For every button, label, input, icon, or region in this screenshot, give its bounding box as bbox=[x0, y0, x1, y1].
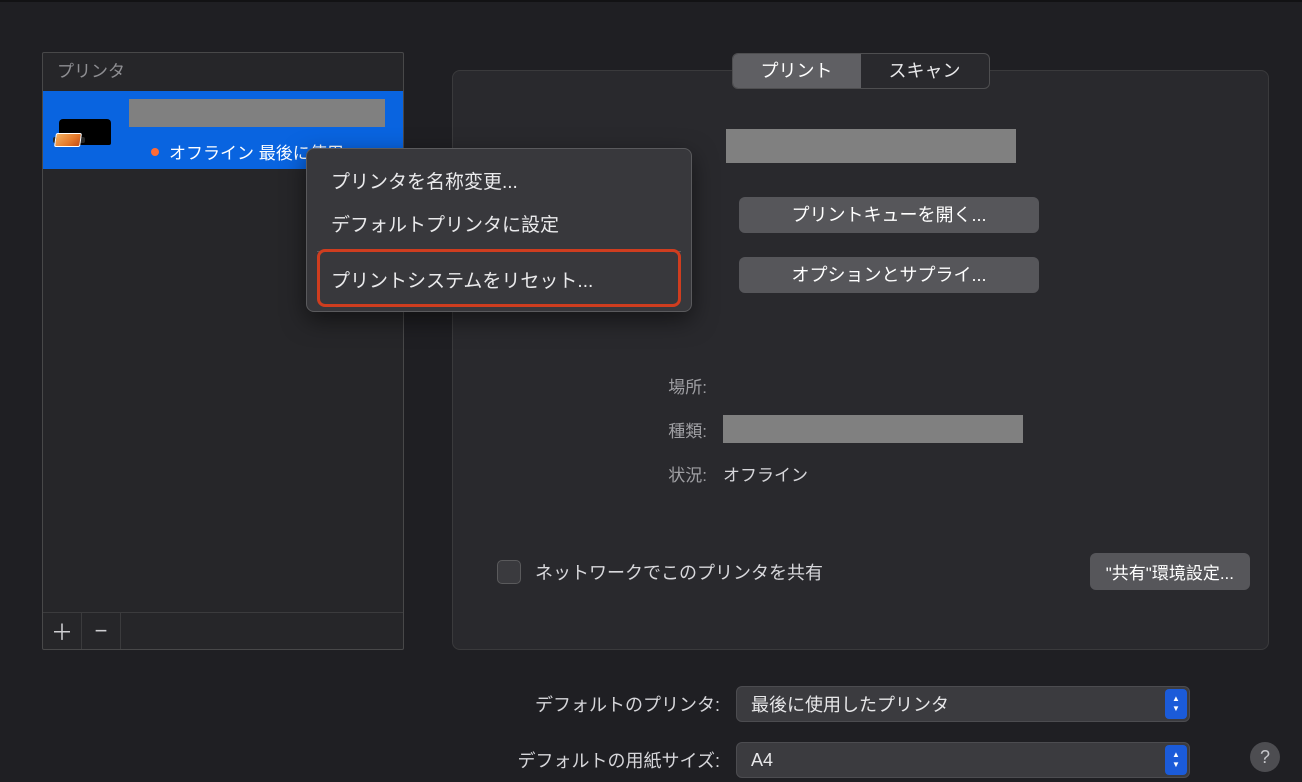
share-printer-row: ネットワークでこのプリンタを共有 "共有"環境設定... bbox=[497, 553, 1250, 590]
printer-name-redacted bbox=[129, 99, 385, 127]
status-value: オフライン bbox=[723, 461, 808, 486]
menu-reset-print-system[interactable]: プリントシステムをリセット... bbox=[307, 258, 691, 301]
printer-title-redacted bbox=[726, 129, 1016, 163]
tab-scan[interactable]: スキャン bbox=[861, 54, 989, 88]
default-printer-select[interactable]: 最後に使用したプリンタ ▲▼ bbox=[736, 686, 1190, 722]
printer-info: 場所: 種類: 状況: オフライン bbox=[453, 363, 1268, 495]
paper-size-label: デフォルトの用紙サイズ: bbox=[0, 747, 736, 773]
help-button[interactable]: ? bbox=[1250, 742, 1280, 772]
status-label: 状況: bbox=[453, 461, 723, 486]
options-supplies-button[interactable]: オプションとサプライ... bbox=[739, 257, 1039, 293]
chevron-up-down-icon: ▲▼ bbox=[1165, 745, 1187, 775]
chevron-up-down-icon: ▲▼ bbox=[1165, 689, 1187, 719]
open-print-queue-button[interactable]: プリントキューを開く... bbox=[739, 197, 1039, 233]
remove-printer-button[interactable]: − bbox=[82, 613, 121, 649]
printer-icon bbox=[55, 109, 115, 149]
location-label: 場所: bbox=[453, 373, 723, 398]
printer-list-panel: プリンタ オフライン 最後に使用 ＋ − bbox=[42, 52, 404, 650]
tab-print[interactable]: プリント bbox=[733, 54, 861, 88]
type-value-redacted bbox=[723, 415, 1023, 443]
printer-list-footer: ＋ − bbox=[43, 612, 403, 649]
type-label: 種類: bbox=[453, 417, 723, 442]
menu-separator bbox=[317, 251, 681, 252]
paper-size-row: デフォルトの用紙サイズ: A4 ▲▼ bbox=[0, 742, 1302, 778]
default-printer-row: デフォルトのプリンタ: 最後に使用したプリンタ ▲▼ bbox=[0, 686, 1302, 722]
share-printer-checkbox[interactable] bbox=[497, 560, 521, 584]
default-printer-label: デフォルトのプリンタ: bbox=[0, 691, 736, 717]
printer-list-header: プリンタ bbox=[43, 53, 403, 91]
sharing-preferences-button[interactable]: "共有"環境設定... bbox=[1090, 553, 1250, 590]
default-printer-value: 最後に使用したプリンタ bbox=[751, 691, 949, 717]
menu-set-default-printer[interactable]: デフォルトプリンタに設定 bbox=[307, 202, 691, 245]
add-printer-button[interactable]: ＋ bbox=[43, 613, 82, 649]
menu-rename-printer[interactable]: プリンタを名称変更... bbox=[307, 159, 691, 202]
paper-size-select[interactable]: A4 ▲▼ bbox=[736, 742, 1190, 778]
status-dot-icon bbox=[151, 148, 159, 156]
paper-size-value: A4 bbox=[751, 750, 773, 771]
print-scan-tabs: プリント スキャン bbox=[732, 53, 990, 89]
share-printer-label: ネットワークでこのプリンタを共有 bbox=[535, 559, 823, 585]
printer-context-menu: プリンタを名称変更... デフォルトプリンタに設定 プリントシステムをリセット.… bbox=[306, 148, 692, 312]
